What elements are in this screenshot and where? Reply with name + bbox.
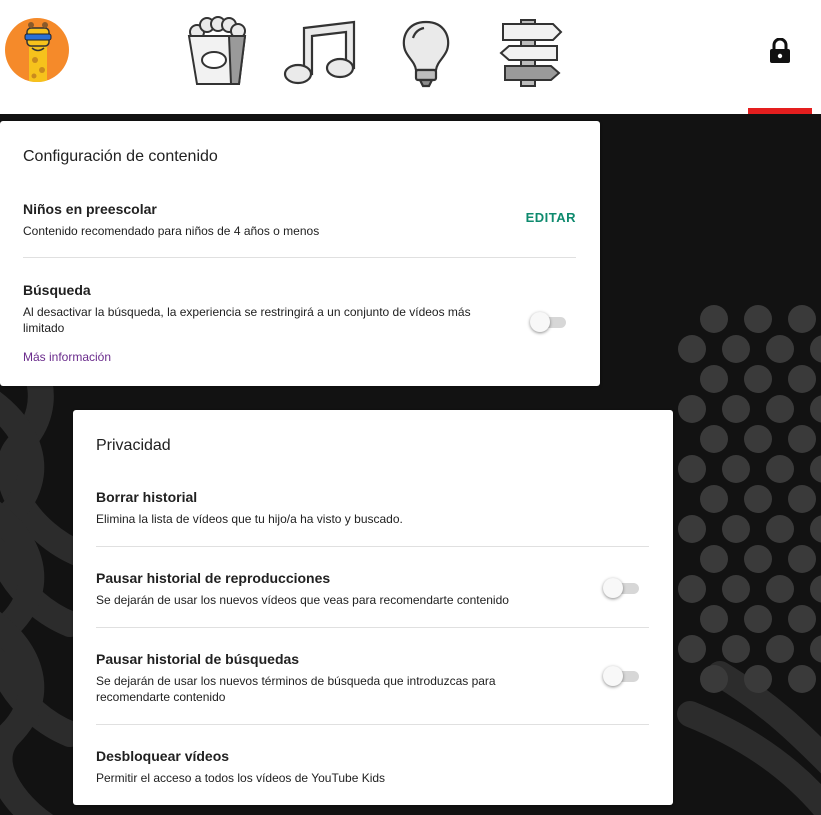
unblock-videos-row[interactable]: Desbloquear vídeos Permitir el acceso a … bbox=[96, 748, 649, 786]
divider bbox=[96, 724, 649, 725]
content-settings-card: Configuración de contenido Niños en pree… bbox=[0, 121, 600, 386]
signpost-icon[interactable] bbox=[497, 16, 565, 88]
profile-avatar[interactable] bbox=[5, 18, 69, 82]
music-note-icon[interactable] bbox=[282, 16, 360, 86]
pause-search-history-description: Se dejarán de usar los nuevos términos d… bbox=[96, 674, 496, 704]
popcorn-icon[interactable] bbox=[185, 16, 249, 88]
clear-history-description: Elimina la lista de vídeos que tu hijo/a… bbox=[96, 512, 403, 526]
pause-watch-history-toggle-thumb bbox=[603, 578, 623, 598]
divider bbox=[23, 257, 576, 258]
pause-watch-history-description: Se dejarán de usar los nuevos vídeos que… bbox=[96, 593, 509, 607]
privacy-card: Privacidad Borrar historial Elimina la l… bbox=[73, 410, 673, 805]
top-bar bbox=[0, 0, 821, 114]
search-toggle-thumb bbox=[530, 312, 550, 332]
clear-history-title: Borrar historial bbox=[96, 489, 198, 505]
lightbulb-icon[interactable] bbox=[397, 16, 455, 88]
divider bbox=[96, 627, 649, 628]
search-description: Al desactivar la búsqueda, la experienci… bbox=[23, 305, 471, 335]
search-title: Búsqueda bbox=[23, 282, 91, 298]
preschool-description: Contenido recomendado para niños de 4 añ… bbox=[23, 224, 320, 238]
pause-search-history-row: Pausar historial de búsquedas Se dejarán… bbox=[96, 651, 649, 705]
pause-watch-history-row: Pausar historial de reproducciones Se de… bbox=[96, 570, 649, 608]
preschool-row: Niños en preescolar Contenido recomendad… bbox=[23, 201, 576, 239]
search-toggle[interactable] bbox=[530, 312, 568, 332]
unblock-videos-description: Permitir el acceso a todos los vídeos de… bbox=[96, 771, 386, 785]
privacy-title: Privacidad bbox=[96, 437, 171, 454]
search-row: Búsqueda Al desactivar la búsqueda, la e… bbox=[23, 282, 576, 336]
preschool-title: Niños en preescolar bbox=[23, 201, 157, 217]
pause-search-history-toggle[interactable] bbox=[603, 666, 641, 686]
pause-watch-history-toggle[interactable] bbox=[603, 578, 641, 598]
more-info-link[interactable]: Más información bbox=[23, 350, 111, 364]
pause-search-history-title: Pausar historial de búsquedas bbox=[96, 651, 300, 667]
content-settings-title: Configuración de contenido bbox=[23, 148, 218, 165]
unblock-videos-title: Desbloquear vídeos bbox=[96, 748, 230, 764]
lock-icon[interactable] bbox=[768, 38, 792, 64]
pause-watch-history-title: Pausar historial de reproducciones bbox=[96, 570, 331, 586]
edit-button[interactable]: EDITAR bbox=[526, 210, 576, 225]
active-tab-indicator bbox=[748, 108, 812, 114]
giraffe-icon bbox=[24, 22, 52, 82]
clear-history-row[interactable]: Borrar historial Elimina la lista de víd… bbox=[96, 489, 649, 527]
divider bbox=[96, 546, 649, 547]
pause-search-history-toggle-thumb bbox=[603, 666, 623, 686]
